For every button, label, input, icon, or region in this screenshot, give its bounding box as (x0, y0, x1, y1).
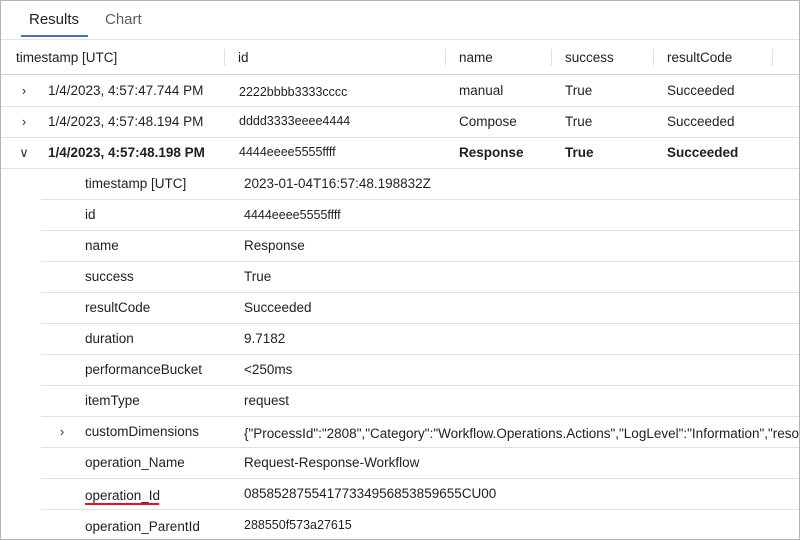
cell-timestamp: 1/4/2023, 4:57:48.194 PM (48, 114, 204, 129)
detail-row: operation_ParentId 288550f573a27615 (41, 510, 799, 539)
detail-key: success (85, 269, 134, 284)
detail-key: operation_Id (85, 488, 161, 503)
detail-value: 9.7182 (244, 331, 286, 346)
detail-key: name (85, 238, 119, 253)
detail-row-expandable[interactable]: › customDimensions {"ProcessId":"2808","… (41, 417, 800, 448)
detail-value: Succeeded (244, 300, 312, 315)
cell-name: Response (459, 145, 524, 160)
detail-row: timestamp [UTC] 2023-01-04T16:57:48.1988… (41, 169, 799, 200)
query-results-panel: Results Chart timestamp [UTC] id name su… (0, 0, 800, 540)
column-resize-handle[interactable] (772, 49, 773, 66)
detail-row: id 4444eeee5555ffff (41, 200, 799, 231)
cell-timestamp: 1/4/2023, 4:57:47.744 PM (48, 83, 204, 98)
detail-value: 288550f573a27615 (244, 518, 352, 532)
detail-row: name Response (41, 231, 799, 262)
detail-row: operation_Name Request-Response-Workflow (41, 448, 799, 479)
table-row[interactable]: › 1/4/2023, 4:57:48.194 PM dddd3333eeee4… (1, 106, 799, 138)
detail-row: itemType request (41, 386, 799, 417)
column-header-timestamp[interactable]: timestamp [UTC] (16, 41, 117, 74)
cell-success: True (565, 145, 594, 160)
detail-value: {"ProcessId":"2808","Category":"Workflow… (244, 426, 800, 441)
detail-key: performanceBucket (85, 362, 203, 377)
detail-key: itemType (85, 393, 140, 408)
detail-row: duration 9.7182 (41, 324, 799, 355)
chevron-down-icon[interactable]: ∨ (17, 137, 31, 168)
detail-value: <250ms (244, 362, 293, 377)
detail-key: timestamp [UTC] (85, 176, 187, 191)
chevron-right-icon[interactable]: › (17, 75, 31, 106)
detail-key: operation_ParentId (85, 519, 200, 534)
detail-key: id (85, 207, 96, 222)
cell-timestamp: 1/4/2023, 4:57:48.198 PM (48, 145, 205, 160)
table-row-expanded[interactable]: ∨ 1/4/2023, 4:57:48.198 PM 4444eeee5555f… (1, 137, 799, 169)
detail-row: success True (41, 262, 799, 293)
tab-chart[interactable]: Chart (105, 11, 142, 33)
chevron-right-icon[interactable]: › (17, 106, 31, 137)
detail-key: customDimensions (85, 424, 200, 439)
cell-success: True (565, 83, 593, 98)
detail-value: Response (244, 238, 305, 253)
detail-row: operation_Id 085852875541773349568538596… (41, 479, 799, 510)
column-resize-handle[interactable] (551, 49, 552, 66)
detail-value: 08585287554177334956853859655CU00 (244, 486, 497, 501)
cell-name: manual (459, 83, 504, 98)
active-tab-indicator (21, 35, 88, 37)
tab-results[interactable]: Results (29, 11, 79, 33)
detail-value: 4444eeee5555ffff (244, 208, 341, 222)
chevron-right-icon[interactable]: › (55, 417, 69, 447)
column-resize-handle[interactable] (445, 49, 446, 66)
column-header-success[interactable]: success (565, 41, 614, 74)
cell-success: True (565, 114, 593, 129)
cell-resultcode: Succeeded (667, 83, 735, 98)
table-row[interactable]: › 1/4/2023, 4:57:47.744 PM 2222bbbb3333c… (1, 75, 799, 107)
detail-value: Request-Response-Workflow (244, 455, 420, 470)
cell-resultcode: Succeeded (667, 114, 735, 129)
cell-name: Compose (459, 114, 517, 129)
tab-bar: Results Chart (1, 1, 799, 40)
highlight-underline (85, 503, 159, 505)
detail-value: 2023-01-04T16:57:48.198832Z (244, 176, 431, 191)
column-header-id[interactable]: id (238, 41, 249, 74)
table-header: timestamp [UTC] id name success resultCo… (1, 41, 799, 75)
detail-row: performanceBucket <250ms (41, 355, 799, 386)
column-resize-handle[interactable] (653, 49, 654, 66)
column-resize-handle[interactable] (224, 49, 225, 66)
cell-id: dddd3333eeee4444 (239, 114, 351, 128)
detail-key: operation_Name (85, 455, 185, 470)
cell-id: 4444eeee5555ffff (239, 145, 336, 159)
detail-row: resultCode Succeeded (41, 293, 799, 324)
detail-key: duration (85, 331, 134, 346)
detail-value: True (244, 269, 272, 284)
cell-resultcode: Succeeded (667, 145, 739, 160)
cell-id: 2222bbbb3333cccc (239, 85, 348, 99)
column-header-resultcode[interactable]: resultCode (667, 41, 732, 74)
detail-value: request (244, 393, 290, 408)
detail-key: resultCode (85, 300, 151, 315)
column-header-name[interactable]: name (459, 41, 493, 74)
